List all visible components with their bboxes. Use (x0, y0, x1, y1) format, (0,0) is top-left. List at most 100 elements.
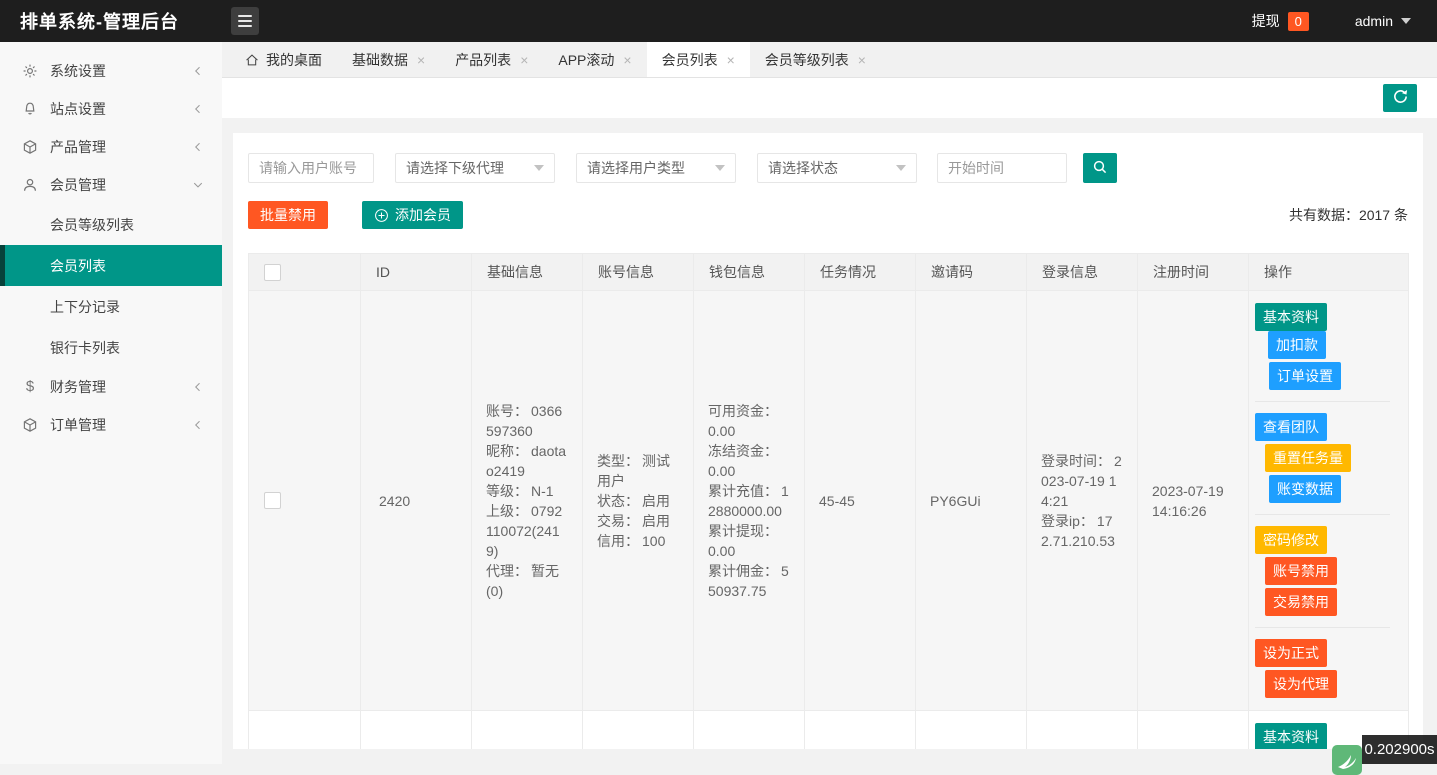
header-login-info: 登录信息 (1027, 254, 1138, 291)
topbar: 排单系统-管理后台 提现 0 admin (0, 0, 1437, 42)
cell-wallet-info: 可用资金：0.00 冻结资金：0.00 累计充值：12880000.00 累计提… (694, 291, 805, 711)
divider (1255, 401, 1390, 402)
username: admin (1355, 13, 1393, 29)
cell-register-time (1138, 711, 1249, 750)
cell-login-info: 登录时间：2023-07-19 14:21 登录ip：172.71.210.53 (1027, 291, 1138, 711)
close-icon[interactable]: × (623, 52, 631, 68)
trace-logo-icon[interactable] (1332, 745, 1362, 775)
adjust-funds-button[interactable]: 加扣款 (1268, 331, 1326, 359)
total-count-text: 共有数据：2017 条 (1289, 205, 1408, 225)
search-icon (1092, 159, 1108, 178)
refresh-button[interactable] (1383, 84, 1417, 112)
sidebar-toggle-button[interactable] (231, 7, 259, 35)
status-select[interactable]: 请选择状态 (757, 153, 917, 183)
cell-task-status: 45-45 (805, 291, 916, 711)
user-type-select[interactable]: 请选择用户类型 (576, 153, 736, 183)
withdraw-menu[interactable]: 提现 0 (1252, 11, 1309, 31)
sidebar-item-label: 产品管理 (50, 137, 106, 157)
sidebar-item-system-settings[interactable]: 系统设置 (0, 52, 222, 90)
sidebar-item-order-management[interactable]: 订单管理 (0, 406, 222, 444)
reset-tasks-button[interactable]: 重置任务量 (1265, 444, 1351, 472)
add-member-button[interactable]: 添加会员 (362, 201, 463, 229)
refresh-icon (1392, 88, 1409, 108)
sidebar-item-label: 会员管理 (50, 175, 106, 195)
account-changes-button[interactable]: 账变数据 (1269, 475, 1341, 503)
close-icon[interactable]: × (417, 52, 425, 68)
withdraw-count-badge: 0 (1288, 12, 1309, 31)
row-checkbox[interactable] (264, 492, 281, 509)
agent-select[interactable]: 请选择下级代理 (395, 153, 555, 183)
cube-icon (22, 417, 38, 433)
sidebar-submenu-member: 会员等级列表 会员列表 上下分记录 银行卡列表 (0, 204, 222, 368)
header-task-status: 任务情况 (805, 254, 916, 291)
tab-member-list[interactable]: 会员列表 × (647, 42, 750, 77)
search-button[interactable] (1083, 153, 1117, 183)
chevron-left-icon (192, 419, 204, 431)
chevron-left-icon (192, 381, 204, 393)
set-official-button[interactable]: 设为正式 (1255, 639, 1327, 667)
sidebar-item-finance-management[interactable]: $ 财务管理 (0, 368, 222, 406)
main-area: 我的桌面 基础数据 × 产品列表 × APP滚动 × 会员列表 × 会员等级列表… (222, 42, 1437, 764)
close-icon[interactable]: × (520, 52, 528, 68)
set-agent-button[interactable]: 设为代理 (1265, 670, 1337, 698)
chevron-left-icon (192, 141, 204, 153)
sidebar-item-product-management[interactable]: 产品管理 (0, 128, 222, 166)
basic-profile-button[interactable]: 基本资料 (1255, 303, 1327, 331)
page-toolbar (222, 78, 1437, 118)
cube-icon (22, 139, 38, 155)
home-icon (245, 53, 259, 67)
sidebar-item-points-records[interactable]: 上下分记录 (0, 286, 222, 327)
view-team-button[interactable]: 查看团队 (1255, 413, 1327, 441)
sidebar-item-bank-card-list[interactable]: 银行卡列表 (0, 327, 222, 368)
table-row: 可用资金：12 基本资料 加扣款 (249, 711, 1409, 750)
action-bar: 批量禁用 添加会员 共有数据：2017 条 (248, 201, 1408, 229)
basic-profile-button[interactable]: 基本资料 (1255, 723, 1327, 749)
close-icon[interactable]: × (727, 52, 735, 68)
tab-app-scroll[interactable]: APP滚动 × (543, 42, 646, 77)
chevron-left-icon (192, 103, 204, 115)
account-search-input[interactable] (248, 153, 374, 183)
start-time-input[interactable] (937, 153, 1067, 183)
select-all-checkbox[interactable] (264, 264, 281, 281)
chevron-left-icon (192, 65, 204, 77)
close-icon[interactable]: × (858, 52, 866, 68)
batch-disable-button[interactable]: 批量禁用 (248, 201, 328, 229)
change-password-button[interactable]: 密码修改 (1255, 526, 1327, 554)
plus-circle-icon (374, 208, 389, 223)
sidebar-item-label: 系统设置 (50, 61, 106, 81)
tab-member-level-list[interactable]: 会员等级列表 × (750, 42, 881, 77)
user-menu[interactable]: admin (1355, 13, 1411, 29)
chevron-down-icon (715, 165, 725, 171)
disable-trade-button[interactable]: 交易禁用 (1265, 588, 1337, 616)
user-icon (22, 177, 38, 193)
cell-account-info: 类型：测试用户 状态：启用 交易：启用 信用：100 (583, 291, 694, 711)
sidebar: 系统设置 站点设置 产品管理 会员管理 会 (0, 42, 222, 764)
app-title: 排单系统-管理后台 (20, 8, 179, 34)
header-id: ID (361, 254, 472, 291)
cell-id (361, 711, 472, 750)
disable-account-button[interactable]: 账号禁用 (1265, 557, 1337, 585)
cell-register-time: 2023-07-19 14:16:26 (1138, 291, 1249, 711)
debug-trace-widget: 0.202900s (1332, 735, 1437, 764)
cell-account-info (583, 711, 694, 750)
sidebar-item-member-list[interactable]: 会员列表 (0, 245, 222, 286)
sidebar-item-member-level-list[interactable]: 会员等级列表 (0, 204, 222, 245)
header-select-all (249, 254, 361, 291)
tab-basic-data[interactable]: 基础数据 × (337, 42, 440, 77)
cell-wallet-info: 可用资金：12 (694, 711, 805, 750)
header-invite-code: 邀请码 (916, 254, 1027, 291)
dollar-icon: $ (22, 379, 38, 395)
tab-product-list[interactable]: 产品列表 × (440, 42, 543, 77)
tab-my-desktop[interactable]: 我的桌面 (230, 42, 337, 77)
sidebar-item-label: 站点设置 (50, 99, 106, 119)
cell-invite-code (916, 711, 1027, 750)
sidebar-item-site-settings[interactable]: 站点设置 (0, 90, 222, 128)
tab-bar: 我的桌面 基础数据 × 产品列表 × APP滚动 × 会员列表 × 会员等级列表… (222, 42, 1437, 78)
header-actions: 操作 (1249, 254, 1409, 291)
member-table: ID 基础信息 账号信息 钱包信息 任务情况 邀请码 登录信息 注册时间 操作 (248, 253, 1409, 749)
cell-basic-info: 账号：0366597360 昵称：daotao2419 等级：N-1 上级：07… (472, 291, 583, 711)
chevron-down-icon (192, 179, 204, 191)
order-settings-button[interactable]: 订单设置 (1269, 362, 1341, 390)
exec-time: 0.202900s (1362, 735, 1437, 764)
sidebar-item-member-management[interactable]: 会员管理 (0, 166, 222, 204)
